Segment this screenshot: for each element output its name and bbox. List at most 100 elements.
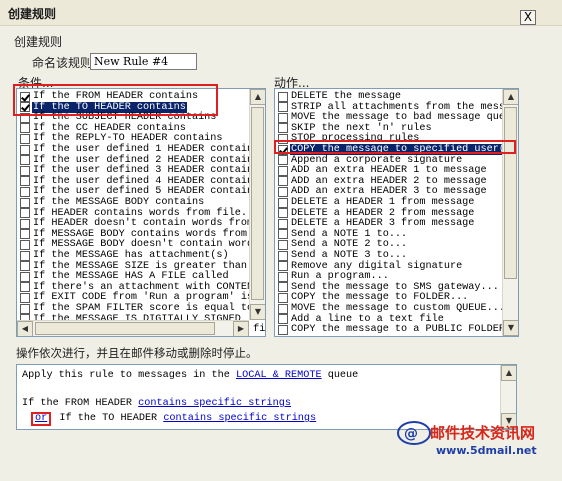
checkbox[interactable] [20,229,30,240]
checkbox[interactable] [278,208,288,219]
checkbox[interactable] [20,91,30,102]
checkbox[interactable] [278,218,288,229]
action-item[interactable]: STRIP all attachments from the message [278,102,518,113]
checkbox[interactable] [20,250,30,261]
action-item[interactable]: ADD an extra HEADER 3 to message [278,186,488,197]
checkbox[interactable] [278,102,288,113]
checkbox[interactable] [20,144,30,155]
checkbox[interactable] [278,229,288,240]
checkbox[interactable] [278,292,288,303]
scroll-down-icon[interactable]: ▼ [503,320,518,336]
conditions-hscroll-thumb[interactable] [35,322,215,335]
close-button[interactable]: X [520,10,536,25]
conditions-list[interactable]: If the FROM HEADER contains If the TO HEA… [16,88,266,337]
checkbox[interactable] [20,282,30,293]
rule-name-input[interactable]: New Rule #4 [90,53,197,70]
condition-item[interactable]: If the SPAM FILTER score is equal to [20,303,254,314]
action-item[interactable]: DELETE the message [278,91,402,102]
checkbox[interactable] [20,271,30,282]
actions-scroll-thumb[interactable] [504,107,517,279]
scroll-up-icon[interactable]: ▲ [501,365,516,381]
condition-item[interactable]: If EXIT CODE from 'Run a program' is equ [20,292,265,303]
scroll-down-icon[interactable]: ▼ [250,304,265,320]
condition-item[interactable]: If the user defined 3 HEADER contains [20,165,260,176]
checkbox[interactable] [278,314,288,325]
checkbox[interactable] [20,155,30,166]
checkbox[interactable] [20,218,30,229]
conditions-hscrollbar[interactable]: ◀ ▶ [17,320,249,336]
action-item[interactable]: COPY the message to specified user(s) [278,144,518,155]
condition-item[interactable]: If the user defined 2 HEADER contains [20,155,260,166]
checkbox[interactable] [278,112,288,123]
checkbox[interactable] [278,91,288,102]
to-contains-link[interactable]: contains specific strings [163,413,316,424]
actions-list[interactable]: DELETE the message STRIP all attachments … [274,88,519,337]
condition-item[interactable]: If the MESSAGE HAS A FILE called [20,271,230,282]
condition-item[interactable]: If the MESSAGE BODY contains [20,197,205,208]
checkbox[interactable] [278,197,288,208]
checkbox[interactable] [278,239,288,250]
checkbox[interactable] [278,133,288,144]
checkbox[interactable] [20,133,30,144]
scroll-right-icon[interactable]: ▶ [233,321,249,336]
checkbox[interactable] [278,250,288,261]
checkbox[interactable] [20,303,30,314]
condition-item[interactable]: If the user defined 1 HEADER contains [20,144,260,155]
action-item[interactable]: DELETE a HEADER 2 from message [278,208,475,219]
checkbox[interactable] [278,186,288,197]
action-item[interactable]: Add a line to a text file [278,314,445,325]
action-item[interactable]: ADD an extra HEADER 2 to message [278,176,488,187]
from-contains-link[interactable]: contains specific strings [138,398,291,409]
checkbox[interactable] [20,102,30,113]
checkbox[interactable] [278,155,288,166]
checkbox[interactable] [20,165,30,176]
scroll-up-icon[interactable]: ▲ [250,89,265,105]
checkbox[interactable] [20,112,30,123]
checkbox[interactable] [20,261,30,272]
action-item[interactable]: Append a corporate signature [278,155,463,166]
checkbox[interactable] [20,186,30,197]
checkbox[interactable] [278,303,288,314]
action-item[interactable]: DELETE a HEADER 3 from message [278,218,475,229]
checkbox[interactable] [20,176,30,187]
condition-item[interactable]: If HEADER contains words from file... [20,208,260,219]
queue-link[interactable]: LOCAL & REMOTE [236,370,322,381]
checkbox[interactable] [278,176,288,187]
checkbox[interactable] [278,165,288,176]
action-item[interactable]: Send a NOTE 3 to... [278,250,408,261]
checkbox[interactable] [278,324,288,335]
checkbox[interactable] [20,208,30,219]
checkbox[interactable] [20,197,30,208]
actions-vscrollbar[interactable]: ▲ ▼ [502,89,518,336]
condition-item[interactable]: If the MESSAGE has attachment(s) [20,250,230,261]
action-item[interactable]: STOP processing rules [278,133,420,144]
checkbox[interactable] [278,271,288,282]
action-item[interactable]: ADD an extra HEADER 1 to message [278,165,488,176]
or-toggle-link[interactable]: or [31,412,52,426]
action-item[interactable]: Remove any digital signature [278,261,463,272]
condition-item[interactable]: If the FROM HEADER contains [20,91,199,102]
checkbox[interactable] [20,239,30,250]
checkbox[interactable] [278,144,288,155]
action-item[interactable]: Run a program... [278,271,390,282]
condition-item[interactable]: If the REPLY-TO HEADER contains [20,133,224,144]
action-item[interactable]: MOVE the message to bad message queue [278,112,518,123]
checkbox[interactable] [20,292,30,303]
conditions-scroll-thumb[interactable] [251,107,264,300]
scroll-left-icon[interactable]: ◀ [17,321,33,336]
scroll-up-icon[interactable]: ▲ [503,89,518,105]
checkbox[interactable] [278,123,288,134]
action-item[interactable]: MOVE the message to custom QUEUE... [278,303,506,314]
condition-item[interactable]: If the user defined 5 HEADER contains [20,186,260,197]
checkbox[interactable] [278,261,288,272]
checkbox[interactable] [20,123,30,134]
action-item[interactable]: DELETE a HEADER 1 from message [278,197,475,208]
checkbox[interactable] [278,282,288,293]
action-item[interactable]: COPY the message to a PUBLIC FOLDER... [278,324,518,335]
condition-item[interactable]: If the MESSAGE SIZE is greater than [20,261,248,272]
condition-item[interactable]: If the TO HEADER contains [20,101,187,113]
condition-item[interactable]: If MESSAGE BODY doesn't contain words fr… [20,239,265,250]
action-item[interactable]: Send a NOTE 2 to... [278,239,408,250]
condition-item[interactable]: If the SUBJECT HEADER contains [20,112,217,123]
action-item[interactable]: COPY the message to FOLDER... [278,292,469,303]
